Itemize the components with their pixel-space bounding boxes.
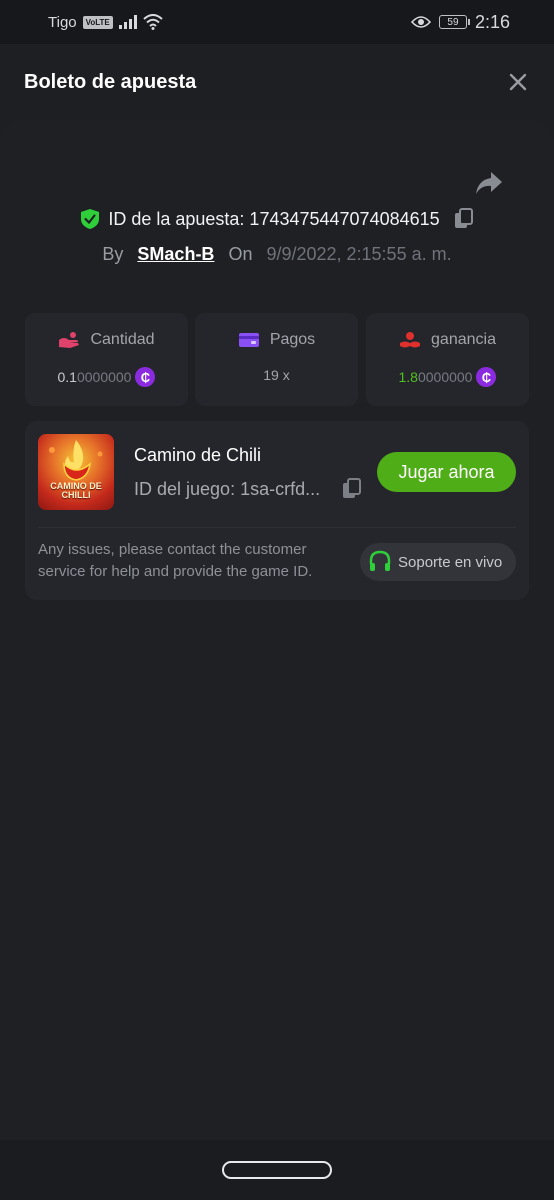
close-button[interactable] bbox=[506, 70, 530, 94]
eye-icon bbox=[410, 16, 431, 28]
bet-date: 9/9/2022, 2:15:55 a. m. bbox=[266, 244, 452, 264]
battery-indicator: 59 bbox=[438, 15, 470, 29]
signal-icon bbox=[118, 15, 137, 29]
card-icon bbox=[238, 333, 259, 347]
status-bar: Tigo VoLTE 59 2:16 bbox=[0, 0, 554, 44]
stat-profit-value-rest: 0000000 bbox=[417, 369, 473, 385]
coin-icon: ₵ bbox=[135, 367, 156, 387]
divider bbox=[38, 527, 516, 528]
hand-coin-icon bbox=[400, 332, 421, 348]
share-button[interactable] bbox=[474, 170, 504, 198]
by-label: By bbox=[102, 244, 124, 264]
live-support-label: Soporte en vivo bbox=[398, 553, 503, 571]
stat-amount-value-main: 0.1 bbox=[57, 369, 77, 385]
clock: 2:16 bbox=[474, 11, 510, 32]
stat-profit: ganancia 1.80000000 ₵ bbox=[366, 313, 529, 406]
bet-id-row: ID de la apuesta: 1743475447074084615 bbox=[0, 208, 554, 230]
headset-icon bbox=[369, 550, 391, 571]
stat-payout-value: 19 x bbox=[263, 367, 290, 383]
volte-badge: VoLTE bbox=[82, 15, 113, 29]
stat-profit-label: ganancia bbox=[431, 331, 496, 348]
copy-icon bbox=[343, 478, 361, 498]
stat-profit-value-main: 1.8 bbox=[398, 369, 418, 385]
game-card: CAMINO DE CHILLI Camino de Chili ID del … bbox=[25, 421, 529, 600]
page-title: Boleto de apuesta bbox=[24, 70, 197, 93]
stat-amount-value-rest: 0000000 bbox=[76, 369, 132, 385]
share-icon bbox=[476, 172, 502, 194]
close-icon bbox=[509, 73, 527, 91]
system-nav-bar bbox=[0, 1140, 554, 1200]
bet-amount-icon bbox=[59, 332, 80, 348]
bet-id: ID de la apuesta: 1743475447074084615 bbox=[108, 208, 440, 229]
bet-ticket-sheet bbox=[0, 120, 554, 1140]
chili-flame-icon bbox=[49, 440, 103, 481]
bet-author-row: By SMach-B On 9/9/2022, 2:15:55 a. m. bbox=[0, 244, 554, 265]
sheet-header: Boleto de apuesta bbox=[0, 44, 554, 120]
stat-payout-label: Pagos bbox=[269, 331, 316, 348]
game-thumbnail[interactable]: CAMINO DE CHILLI bbox=[38, 434, 114, 510]
stat-amount: Cantidad 0.10000000 ₵ bbox=[25, 313, 188, 406]
game-name: Camino de Chili bbox=[134, 445, 262, 465]
play-now-button[interactable]: Jugar ahora bbox=[377, 452, 516, 492]
home-gesture-pill[interactable] bbox=[222, 1161, 332, 1179]
stat-amount-label: Cantidad bbox=[90, 331, 155, 348]
on-label: On bbox=[228, 244, 253, 264]
stat-payout: Pagos 19 x bbox=[195, 313, 358, 406]
coin-icon: ₵ bbox=[476, 367, 497, 387]
shield-check-icon bbox=[81, 209, 100, 229]
game-id: ID del juego: 1sa-crfd... bbox=[134, 479, 321, 499]
copy-bet-id-button[interactable] bbox=[454, 208, 474, 230]
help-text: Any issues, please contact the customer … bbox=[38, 541, 313, 580]
live-support-button[interactable]: Soporte en vivo bbox=[360, 543, 516, 581]
wifi-icon bbox=[143, 14, 163, 30]
game-thumbnail-title: CAMINO DE CHILLI bbox=[50, 481, 102, 500]
carrier-name: Tigo bbox=[48, 13, 77, 31]
username-link[interactable]: SMach-B bbox=[137, 244, 214, 265]
copy-game-id-button[interactable] bbox=[342, 478, 362, 505]
copy-icon bbox=[454, 208, 473, 228]
